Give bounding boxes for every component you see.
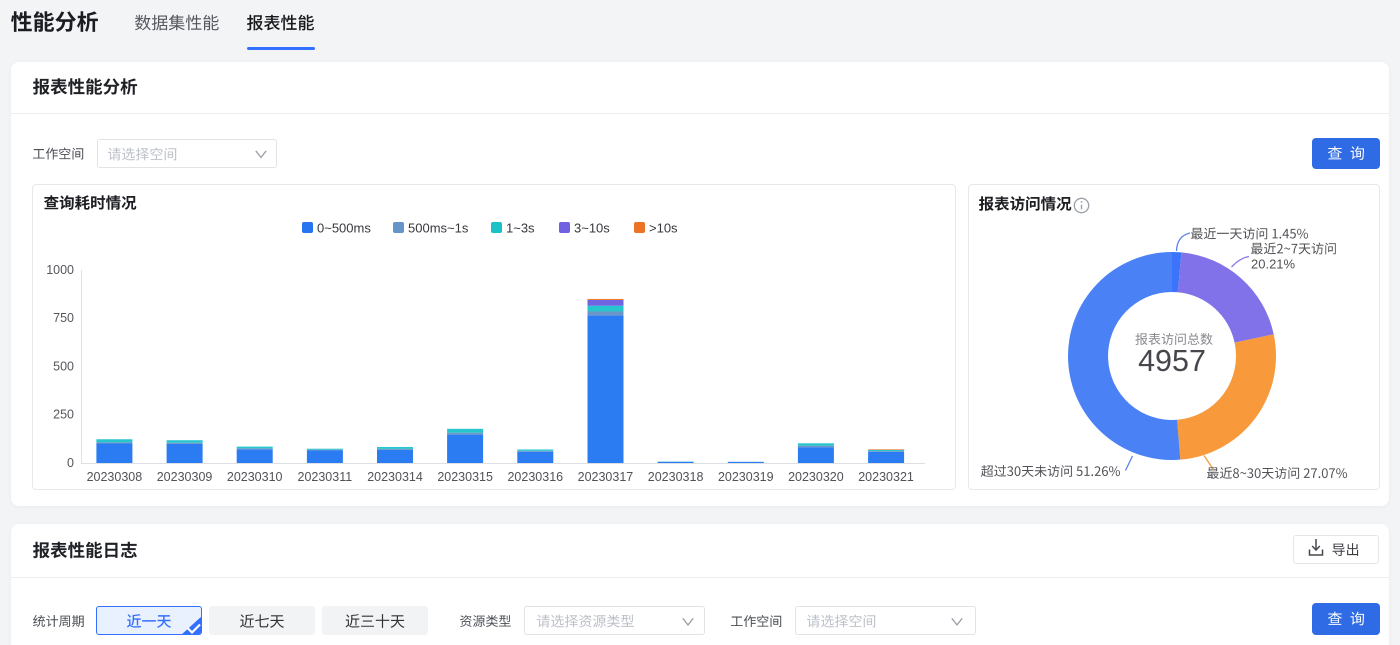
svg-text:3~10s: 3~10s	[574, 221, 610, 236]
svg-text:20230315: 20230315	[437, 470, 493, 484]
svg-text:0~500ms: 0~500ms	[317, 221, 371, 236]
svg-text:4957: 4957	[1138, 344, 1206, 378]
svg-text:20230319: 20230319	[718, 470, 774, 484]
svg-text:20230320: 20230320	[788, 470, 844, 484]
svg-text:20230309: 20230309	[157, 470, 213, 484]
svg-text:250: 250	[53, 408, 74, 422]
svg-text:20230316: 20230316	[507, 470, 563, 484]
svg-text:20.21%: 20.21%	[1251, 257, 1296, 272]
svg-text:750: 750	[53, 311, 74, 325]
svg-text:20230311: 20230311	[298, 470, 353, 484]
svg-text:20230321: 20230321	[858, 470, 914, 484]
svg-text:>10s: >10s	[649, 221, 678, 236]
svg-text:20230314: 20230314	[367, 470, 423, 484]
svg-text:500: 500	[53, 360, 74, 374]
svg-text:1000: 1000	[46, 263, 74, 277]
svg-text:20230308: 20230308	[87, 470, 143, 484]
svg-text:20230318: 20230318	[648, 470, 704, 484]
svg-text:1~3s: 1~3s	[506, 221, 535, 236]
svg-text:500ms~1s: 500ms~1s	[408, 221, 469, 236]
svg-text:0: 0	[67, 456, 74, 470]
svg-text:20230310: 20230310	[227, 470, 283, 484]
svg-text:20230317: 20230317	[578, 470, 634, 484]
